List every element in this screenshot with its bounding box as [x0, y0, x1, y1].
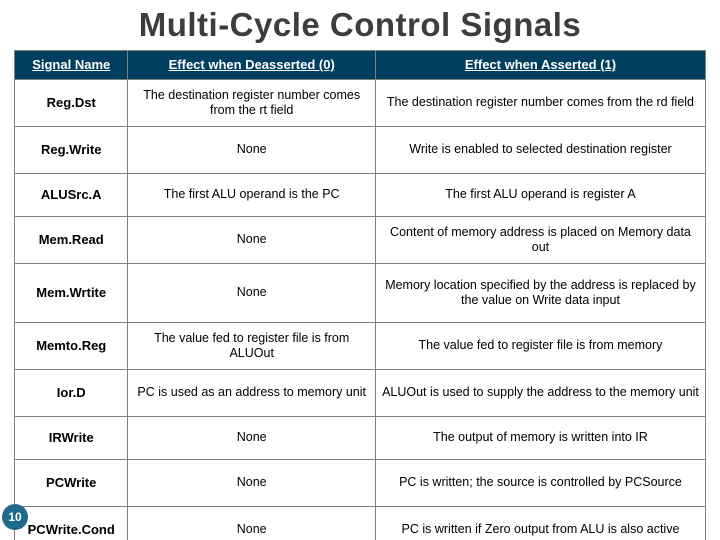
cell-deasserted: The destination register number comes fr… [128, 80, 376, 127]
page-number-badge: 10 [2, 504, 28, 530]
cell-deasserted: The value fed to register file is from A… [128, 323, 376, 370]
table-row: Mem.Wrtite None Memory location specifie… [15, 264, 706, 323]
table-row: IRWrite None The output of memory is wri… [15, 417, 706, 460]
cell-asserted: Memory location specified by the address… [375, 264, 705, 323]
table-row: PCWrite.Cond None PC is written if Zero … [15, 507, 706, 540]
th-deasserted: Effect when Deasserted (0) [128, 51, 376, 80]
cell-signal: Memto.Reg [15, 323, 128, 370]
cell-asserted: The first ALU operand is register A [375, 174, 705, 217]
cell-deasserted: None [128, 507, 376, 540]
cell-signal: IRWrite [15, 417, 128, 460]
cell-signal: Reg.Dst [15, 80, 128, 127]
cell-signal: PCWrite.Cond [15, 507, 128, 540]
table-row: Mem.Read None Content of memory address … [15, 217, 706, 264]
cell-signal: Ior.D [15, 370, 128, 417]
table-row: PCWrite None PC is written; the source i… [15, 460, 706, 507]
slide: Multi-Cycle Control Signals Signal Name … [0, 0, 720, 540]
cell-asserted: ALUOut is used to supply the address to … [375, 370, 705, 417]
table-row: Memto.Reg The value fed to register file… [15, 323, 706, 370]
th-asserted: Effect when Asserted (1) [375, 51, 705, 80]
cell-deasserted: None [128, 264, 376, 323]
cell-signal: Mem.Read [15, 217, 128, 264]
table-row: Reg.Write None Write is enabled to selec… [15, 127, 706, 174]
cell-asserted: Write is enabled to selected destination… [375, 127, 705, 174]
cell-deasserted: None [128, 217, 376, 264]
cell-asserted: Content of memory address is placed on M… [375, 217, 705, 264]
table-row: Ior.D PC is used as an address to memory… [15, 370, 706, 417]
cell-asserted: PC is written; the source is controlled … [375, 460, 705, 507]
signals-table: Signal Name Effect when Deasserted (0) E… [14, 50, 706, 540]
table-row: ALUSrc.A The first ALU operand is the PC… [15, 174, 706, 217]
cell-signal: Reg.Write [15, 127, 128, 174]
cell-deasserted: The first ALU operand is the PC [128, 174, 376, 217]
cell-deasserted: None [128, 417, 376, 460]
cell-signal: ALUSrc.A [15, 174, 128, 217]
cell-asserted: The destination register number comes fr… [375, 80, 705, 127]
cell-signal: Mem.Wrtite [15, 264, 128, 323]
cell-deasserted: None [128, 460, 376, 507]
cell-asserted: The output of memory is written into IR [375, 417, 705, 460]
table-row: Reg.Dst The destination register number … [15, 80, 706, 127]
cell-deasserted: None [128, 127, 376, 174]
cell-asserted: The value fed to register file is from m… [375, 323, 705, 370]
cell-deasserted: PC is used as an address to memory unit [128, 370, 376, 417]
cell-asserted: PC is written if Zero output from ALU is… [375, 507, 705, 540]
th-signal-name: Signal Name [15, 51, 128, 80]
cell-signal: PCWrite [15, 460, 128, 507]
page-title: Multi-Cycle Control Signals [14, 6, 706, 44]
